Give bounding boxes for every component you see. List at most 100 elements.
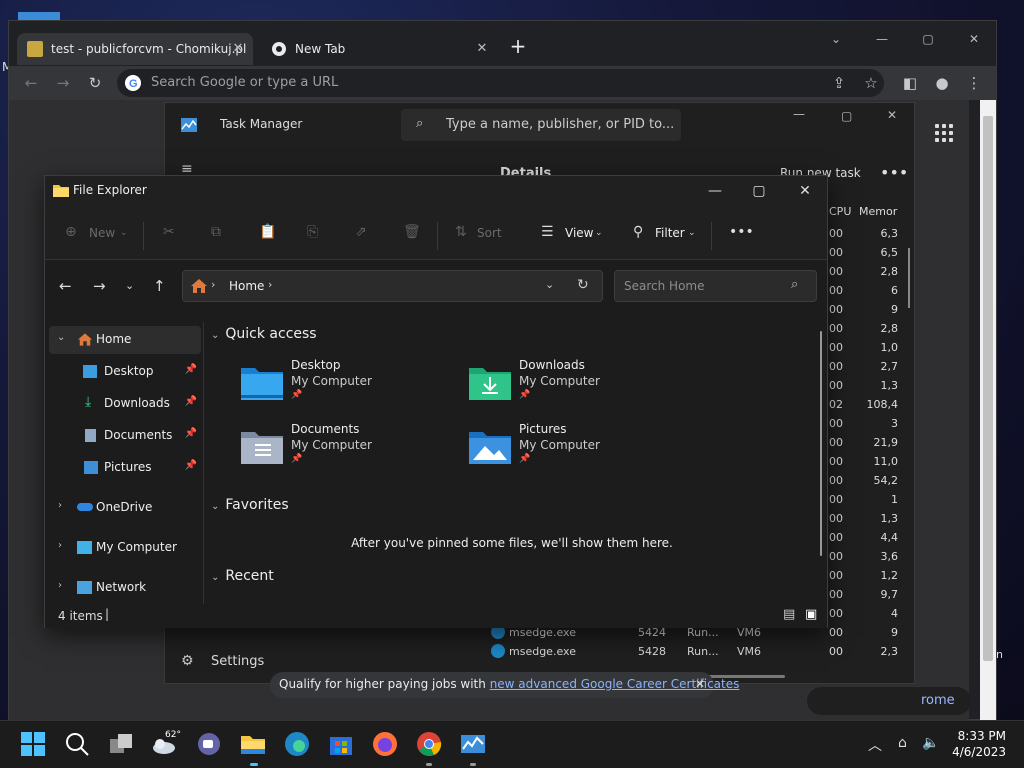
settings-link[interactable]: Settings xyxy=(211,654,264,669)
new-icon[interactable]: ⊕ xyxy=(65,224,77,240)
close-button[interactable]: ✕ xyxy=(785,178,825,204)
table-row[interactable]: msedge.exe 5428 Run... VM6 xyxy=(491,644,791,662)
sidebar-item-network[interactable]: › Network xyxy=(49,574,201,602)
breadcrumb[interactable]: Home xyxy=(229,279,264,293)
show-hidden-icons-icon[interactable]: ︿ xyxy=(868,735,882,755)
favorites-header[interactable]: ⌄ Favorites xyxy=(211,497,289,513)
more-options-icon[interactable]: ••• xyxy=(880,163,908,182)
back-icon[interactable]: ← xyxy=(59,277,72,295)
search-icon[interactable] xyxy=(64,731,90,757)
chevron-down-icon[interactable]: ⌄ xyxy=(545,278,554,291)
tile-downloads[interactable]: Downloads My Computer 📌 xyxy=(469,358,669,414)
maximize-button[interactable]: ▢ xyxy=(841,109,852,123)
tab-chomikuj[interactable]: test - publicforcvm - Chomikuj.pl ✕ xyxy=(17,33,253,65)
filter-button[interactable]: Filter xyxy=(655,226,685,240)
search-input[interactable]: Search Home ⌕ xyxy=(614,270,817,302)
minimize-button[interactable]: — xyxy=(793,107,805,121)
view-icon[interactable]: ☰ xyxy=(541,224,554,240)
new-tab-button[interactable]: + xyxy=(509,36,527,56)
close-icon[interactable]: ✕ xyxy=(695,677,705,691)
quick-access-header[interactable]: ⌄ Quick access xyxy=(211,326,317,342)
forward-icon[interactable]: → xyxy=(53,73,73,93)
side-panel-icon[interactable]: ◧ xyxy=(900,73,920,93)
content-scrollbar[interactable] xyxy=(820,331,822,556)
vertical-scrollbar[interactable] xyxy=(908,248,910,308)
tiles-view-icon[interactable]: ▣ xyxy=(805,607,817,622)
maximize-button[interactable]: ▢ xyxy=(913,27,943,51)
profile-icon[interactable]: ● xyxy=(932,73,952,93)
divider xyxy=(143,222,144,250)
tile-desktop[interactable]: Desktop My Computer 📌 xyxy=(241,358,441,414)
clock[interactable]: 8:33 PM 4/6/2023 xyxy=(946,728,1006,760)
firefox-icon[interactable] xyxy=(372,731,398,757)
sidebar-item-home[interactable]: ⌄ Home xyxy=(49,326,201,354)
cut-icon[interactable]: ✂ xyxy=(163,224,175,240)
tile-documents[interactable]: Documents My Computer 📌 xyxy=(241,422,441,478)
address-bar[interactable]: › Home › ⌄ ↻ xyxy=(182,270,603,302)
chevron-right-icon[interactable]: › xyxy=(58,500,62,511)
omnibox[interactable]: G Search Google or type a URL xyxy=(117,69,884,97)
chevron-right-icon[interactable]: › xyxy=(58,540,62,551)
tab-search-icon[interactable]: ⌄ xyxy=(821,27,851,51)
rename-icon[interactable]: ⎘ xyxy=(307,224,318,240)
sidebar-item-my-computer[interactable]: › My Computer xyxy=(49,534,201,562)
tab-new-tab[interactable]: New Tab ✕ xyxy=(261,33,497,65)
sidebar-item-documents[interactable]: Documents 📌 xyxy=(49,422,201,450)
back-icon[interactable]: ← xyxy=(21,73,41,93)
bookmark-star-icon[interactable]: ☆ xyxy=(861,73,881,93)
task-manager-search[interactable]: ⌕ Type a name, publisher, or PID to... xyxy=(401,109,681,141)
memory-value: 9 xyxy=(891,303,898,316)
sort-button[interactable]: Sort xyxy=(477,226,502,240)
maximize-button[interactable]: ▢ xyxy=(739,178,779,204)
share-icon[interactable]: ⇪ xyxy=(829,73,849,93)
more-options-icon[interactable]: ••• xyxy=(729,224,754,240)
paste-icon[interactable]: 📋 xyxy=(259,224,276,240)
close-button[interactable]: ✕ xyxy=(887,108,897,122)
filter-icon[interactable]: ⚲ xyxy=(633,224,643,240)
recent-header[interactable]: ⌄ Recent xyxy=(211,568,274,584)
network-icon[interactable]: ⌂ xyxy=(898,735,907,751)
recent-locations-icon[interactable]: ⌄ xyxy=(125,279,134,292)
cpu-column-header[interactable]: CPU xyxy=(829,205,851,218)
close-tab-icon[interactable]: ✕ xyxy=(231,42,245,56)
details-view-icon[interactable]: ▤ xyxy=(783,607,795,622)
chevron-down-icon[interactable]: ⌄ xyxy=(57,332,65,343)
customize-chrome-pill[interactable]: rome xyxy=(807,687,971,715)
share-icon[interactable]: ⇗ xyxy=(355,224,367,240)
forward-icon[interactable]: → xyxy=(93,277,106,295)
task-view-icon[interactable] xyxy=(108,731,134,757)
task-manager-icon[interactable] xyxy=(460,731,486,757)
new-button[interactable]: New xyxy=(89,226,115,240)
edge-icon[interactable] xyxy=(284,731,310,757)
menu-icon[interactable]: ⋮ xyxy=(964,73,984,93)
close-tab-icon[interactable]: ✕ xyxy=(475,42,489,56)
memory-column-header[interactable]: Memor xyxy=(859,205,897,218)
sort-icon[interactable]: ⇅ xyxy=(455,224,467,240)
file-explorer-icon[interactable] xyxy=(240,731,266,757)
sidebar-item-pictures[interactable]: Pictures 📌 xyxy=(49,454,201,482)
copy-icon[interactable]: ⧉ xyxy=(211,224,221,240)
tile-pictures[interactable]: Pictures My Computer 📌 xyxy=(469,422,669,478)
chevron-right-icon[interactable]: › xyxy=(268,278,272,291)
desktop-icon-partial[interactable] xyxy=(18,12,60,20)
page-scrollbar[interactable] xyxy=(980,100,996,720)
minimize-button[interactable]: — xyxy=(695,178,735,204)
teams-chat-icon[interactable] xyxy=(196,731,222,757)
view-button[interactable]: View xyxy=(565,226,593,240)
minimize-button[interactable]: — xyxy=(867,27,897,51)
up-icon[interactable]: ↑ xyxy=(153,277,166,295)
google-apps-icon[interactable] xyxy=(935,124,953,142)
sidebar-item-desktop[interactable]: Desktop 📌 xyxy=(49,358,201,386)
start-icon[interactable] xyxy=(20,731,46,757)
delete-icon[interactable]: 🗑 xyxy=(403,224,421,240)
sidebar-item-onedrive[interactable]: › OneDrive xyxy=(49,494,201,522)
volume-icon[interactable]: 🔈 xyxy=(922,735,939,751)
chevron-right-icon[interactable]: › xyxy=(58,580,62,591)
reload-icon[interactable]: ↻ xyxy=(85,73,105,93)
chrome-icon[interactable] xyxy=(416,731,442,757)
refresh-icon[interactable]: ↻ xyxy=(577,277,589,293)
close-button[interactable]: ✕ xyxy=(959,27,989,51)
sidebar-item-downloads[interactable]: ⤓ Downloads 📌 xyxy=(49,390,201,418)
microsoft-store-icon[interactable] xyxy=(328,731,354,757)
scroll-thumb[interactable] xyxy=(983,116,993,661)
